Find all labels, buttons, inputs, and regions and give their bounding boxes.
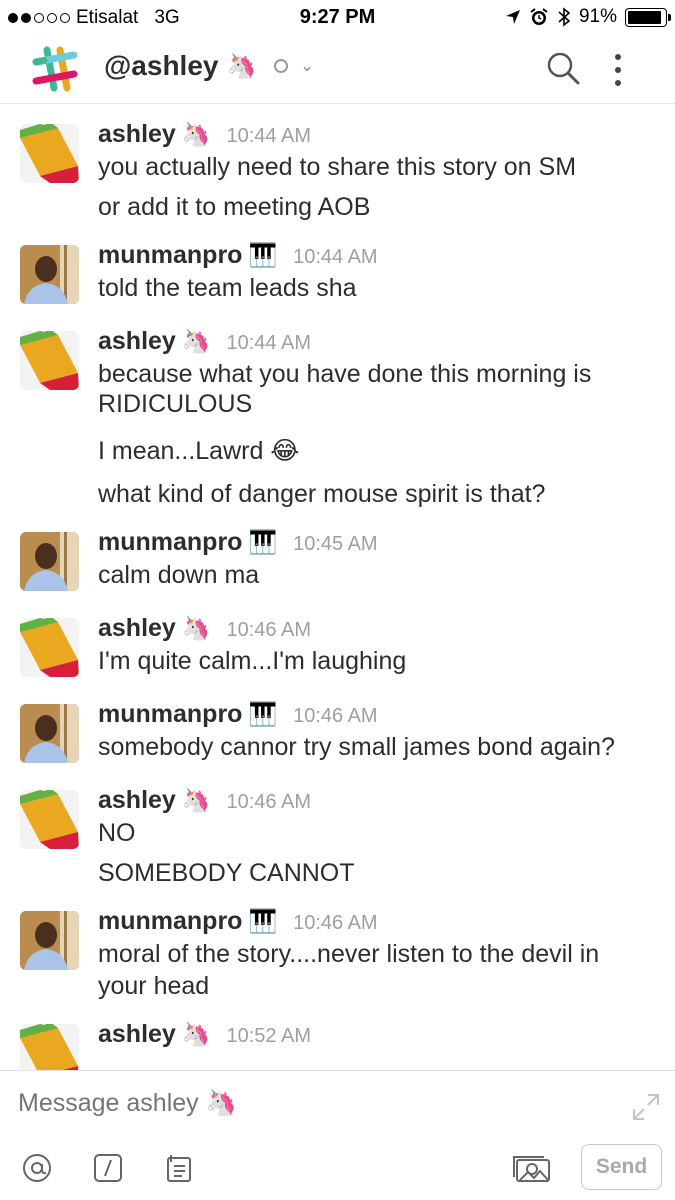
- chevron-down-icon[interactable]: ⌄: [300, 56, 313, 76]
- piano-emoji: 🎹: [248, 701, 278, 727]
- photo-icon[interactable]: [512, 1153, 552, 1183]
- message-text: I'm quite calm...I'm laughing: [98, 647, 407, 675]
- location-arrow-icon: [505, 10, 520, 24]
- piano-emoji: 🎹: [248, 908, 278, 934]
- message-timestamp[interactable]: 10:46 AM: [226, 619, 311, 642]
- message-header: munmanpro 🎹 10:46 AM: [98, 700, 378, 729]
- channel-name[interactable]: @ashley: [104, 50, 218, 82]
- author-name[interactable]: ashley: [98, 1020, 176, 1049]
- status-right: 91%: [505, 6, 671, 28]
- avatar-ashley[interactable]: [20, 618, 79, 677]
- presence-indicator: [274, 59, 289, 73]
- unicorn-emoji: 🦄: [181, 615, 211, 641]
- message-header: munmanpro 🎹 10:45 AM: [98, 528, 378, 557]
- avatar-ashley[interactable]: [20, 124, 79, 183]
- message-text: told the team leads sha: [98, 274, 357, 302]
- message-text: moral of the story....never listen to th…: [98, 940, 600, 968]
- message-text: SOMEBODY CANNOT: [98, 859, 355, 887]
- status-bar: Etisalat 3G 9:27 PM 91%: [0, 0, 675, 36]
- message-list[interactable]: ashley 🦄 10:44 AM you actually need to shar…: [0, 105, 675, 1070]
- message-header: ashley 🦄 10:52 AM: [98, 1020, 311, 1049]
- expand-icon[interactable]: [630, 1091, 662, 1123]
- search-icon[interactable]: [545, 50, 581, 86]
- author-name[interactable]: ashley: [98, 786, 176, 815]
- message-text: somebody cannor try small james bond aga…: [98, 733, 615, 761]
- message-timestamp[interactable]: 10:45 AM: [293, 533, 378, 556]
- message-timestamp[interactable]: 10:44 AM: [226, 332, 311, 355]
- message-timestamp[interactable]: 10:46 AM: [293, 705, 378, 728]
- author-name[interactable]: munmanpro: [98, 241, 242, 270]
- more-vertical-icon[interactable]: [606, 50, 630, 90]
- message-text: NO: [98, 819, 136, 847]
- message-timestamp[interactable]: 10:46 AM: [293, 912, 378, 935]
- unicorn-emoji: 🦄: [181, 121, 211, 147]
- message-text: what kind of danger mouse spirit is that…: [98, 480, 546, 508]
- battery-icon: [625, 7, 671, 27]
- message-text: calm down ma: [98, 561, 260, 589]
- slash-command-icon[interactable]: [93, 1153, 123, 1183]
- message-text: or add it to meeting AOB: [98, 193, 371, 221]
- message-header: ashley 🦄 10:44 AM: [98, 327, 311, 356]
- avatar-munmanpro[interactable]: [20, 911, 79, 970]
- unicorn-emoji: 🦄: [181, 1021, 211, 1047]
- unicorn-emoji: 🦄: [181, 787, 211, 813]
- piano-emoji: 🎹: [248, 529, 278, 555]
- author-name[interactable]: ashley: [98, 120, 176, 149]
- slack-logo[interactable]: [32, 46, 78, 92]
- unicorn-emoji: 🦄: [181, 328, 211, 354]
- conversation-header: @ashley 🦄 ⌄: [0, 36, 675, 104]
- send-button[interactable]: Send: [581, 1144, 662, 1190]
- author-name[interactable]: munmanpro: [98, 528, 242, 557]
- file-icon[interactable]: [165, 1153, 195, 1183]
- avatar-munmanpro[interactable]: [20, 532, 79, 591]
- avatar-ashley[interactable]: [20, 790, 79, 849]
- message-text: RIDICULOUS: [98, 390, 253, 418]
- avatar-ashley[interactable]: [20, 1024, 79, 1070]
- channel-title[interactable]: @ashley 🦄 ⌄: [104, 50, 314, 82]
- message-timestamp[interactable]: 10:44 AM: [226, 125, 311, 148]
- message-composer: Send: [0, 1070, 675, 1200]
- message-text: your head: [98, 972, 210, 1000]
- avatar-munmanpro[interactable]: [20, 245, 79, 304]
- bluetooth-icon: [558, 7, 571, 27]
- message-header: munmanpro 🎹 10:46 AM: [98, 907, 378, 936]
- message-header: ashley 🦄 10:46 AM: [98, 786, 311, 815]
- message-text: you actually need to share this story on…: [98, 153, 577, 181]
- battery-percent: 91%: [578, 6, 617, 27]
- avatar-ashley[interactable]: [20, 331, 79, 390]
- avatar-munmanpro[interactable]: [20, 704, 79, 763]
- message-header: ashley 🦄 10:44 AM: [98, 120, 311, 149]
- author-name[interactable]: ashley: [98, 327, 176, 356]
- message-timestamp[interactable]: 10:44 AM: [293, 246, 378, 269]
- message-header: ashley 🦄 10:46 AM: [98, 614, 311, 643]
- unicorn-emoji: 🦄: [226, 52, 257, 80]
- message-timestamp[interactable]: 10:52 AM: [226, 1025, 311, 1048]
- message-input[interactable]: [18, 1089, 340, 1118]
- at-icon[interactable]: [22, 1153, 52, 1183]
- author-name[interactable]: ashley: [98, 614, 176, 643]
- message-header: munmanpro 🎹 10:44 AM: [98, 241, 378, 270]
- message-text: I mean...Lawrd 😂: [98, 437, 300, 465]
- message-timestamp[interactable]: 10:46 AM: [226, 791, 311, 814]
- author-name[interactable]: munmanpro: [98, 700, 242, 729]
- author-name[interactable]: munmanpro: [98, 907, 242, 936]
- message-text: because what you have done this morning …: [98, 360, 592, 388]
- alarm-icon: [530, 8, 548, 25]
- piano-emoji: 🎹: [248, 242, 278, 268]
